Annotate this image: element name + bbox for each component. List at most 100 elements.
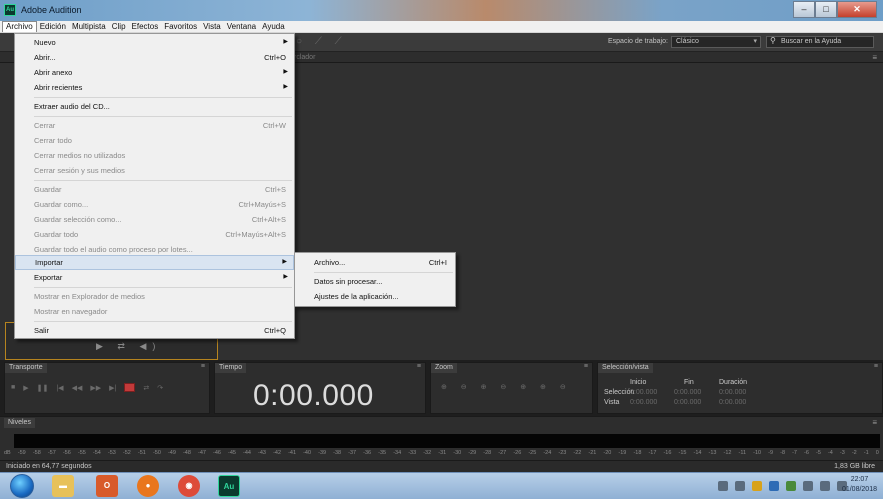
stop-icon[interactable]: ■ [11,384,15,391]
network-icon[interactable] [820,481,830,491]
office-icon[interactable]: O [96,475,118,497]
vista-inicio[interactable]: 0:00.000 [630,399,657,406]
selection-tab[interactable]: Selección/vista [598,363,653,373]
menu-clip[interactable]: Clip [109,21,129,32]
menu-item-datos-sin-procesar[interactable]: Datos sin procesar... [295,274,455,289]
menu-item-label: Guardar todo el audio como proceso por l… [34,245,193,254]
menu-favoritos[interactable]: Favoritos [161,21,200,32]
zoom-tab[interactable]: Zoom [431,363,457,373]
close-button[interactable]: ✕ [837,1,877,18]
start-button[interactable] [10,474,34,498]
menu-item-guardar-seleccion[interactable]: Guardar selección como... Ctrl+Alt+S [15,212,294,227]
tray-icon[interactable] [752,481,762,491]
panel-menu-icon[interactable]: ≡ [874,363,878,370]
panel-menu-icon[interactable]: ≡ [201,363,205,370]
header-duracion: Duración [719,379,748,386]
level-scale-tick: -7 [792,450,797,456]
menu-item-importar[interactable]: Importar ▶ [15,255,294,270]
menu-edicion[interactable]: Edición [37,21,69,32]
level-scale-tick: -51 [137,450,146,456]
files-panel-controls[interactable]: ▶ ⇄ ◀) [96,341,161,352]
level-scale-tick: -3 [839,450,845,456]
tray-icon[interactable] [803,481,813,491]
explorer-icon[interactable]: ▬ [52,475,74,497]
menu-item-abrir-recientes[interactable]: Abrir recientes ▶ [15,80,294,95]
panel-menu-icon[interactable]: ≡ [417,363,421,370]
menu-item-cerrar[interactable]: Cerrar Ctrl+W [15,118,294,133]
tray-icon[interactable] [769,481,779,491]
menu-item-mostrar-navegador[interactable]: Mostrar en navegador [15,304,294,319]
time-tab[interactable]: Tiempo [215,363,247,373]
menu-vista[interactable]: Vista [200,21,224,32]
menu-item-guardar-como[interactable]: Guardar como... Ctrl+Mayús+S [15,197,294,212]
menu-item-cerrar-todo[interactable]: Cerrar todo [15,133,294,148]
maximize-button[interactable]: □ [815,1,837,18]
go-start-icon[interactable]: |◀ [56,384,63,392]
tray-icon[interactable] [786,481,796,491]
menu-item-guardar[interactable]: Guardar Ctrl+S [15,182,294,197]
loop-icon[interactable]: ⇄ [143,384,149,392]
vista-duracion[interactable]: 0:00.000 [719,399,746,406]
menu-multipista[interactable]: Multipista [69,21,109,32]
firefox-icon[interactable]: ● [137,475,159,497]
menu-separator [34,321,292,322]
level-scale-tick: -4 [827,450,833,456]
menu-item-abrir-anexo[interactable]: Abrir anexo ▶ [15,65,294,80]
audition-taskbar-icon[interactable]: Au [218,475,240,497]
tray-icon[interactable] [735,481,745,491]
zoom-controls[interactable]: ⊕ ⊖ ⊕ ⊖ ⊕ ⊕ ⊖ [441,383,572,391]
menu-item-exportar[interactable]: Exportar ▶ [15,270,294,285]
menu-item-label: Cerrar medios no utilizados [34,151,126,160]
level-scale-tick: -33 [408,450,417,456]
seleccion-duracion[interactable]: 0:00.000 [719,389,746,396]
panel-menu-icon[interactable]: ≡ [872,418,877,427]
level-scale-tick: -40 [303,450,312,456]
rewind-icon[interactable]: ◀◀ [72,384,83,392]
workspace-select[interactable]: Clásico ▾ [671,36,761,48]
status-startup: Iniciado en 64,77 segundos [6,463,92,470]
menu-item-nuevo[interactable]: Nuevo ▶ [15,35,294,50]
levels-tab[interactable]: Niveles [4,418,35,428]
vista-fin[interactable]: 0:00.000 [674,399,701,406]
tray-icon[interactable] [718,481,728,491]
level-scale-tick: -53 [107,450,116,456]
menu-item-cerrar-medios[interactable]: Cerrar medios no utilizados [15,148,294,163]
menu-item-label: Cerrar sesión y sus medios [34,166,125,175]
fast-forward-icon[interactable]: ▶▶ [90,384,101,392]
menu-item-mostrar-explorador[interactable]: Mostrar en Explorador de medios [15,289,294,304]
app-window: Au Adobe Audition – □ ✕ Archivo Edición … [0,0,883,499]
play-icon[interactable]: ▶ [23,384,28,392]
menu-item-extraer-cd[interactable]: Extraer audio del CD... [15,99,294,114]
panel-menu-icon[interactable]: ≡ [872,53,877,62]
pause-icon[interactable]: ❚❚ [37,384,49,392]
tool-icons[interactable]: ○ ⟋ ⟋ [296,36,347,47]
seleccion-inicio[interactable]: 0:00.000 [630,389,657,396]
record-button[interactable] [124,383,136,392]
submenu-arrow-icon: ▶ [282,259,287,265]
menu-item-salir[interactable]: Salir Ctrl+Q [15,323,294,338]
menu-item-abrir[interactable]: Abrir... Ctrl+O [15,50,294,65]
menu-ayuda[interactable]: Ayuda [259,21,288,32]
minimize-button[interactable]: – [793,1,815,18]
panel-menu-icon[interactable]: ≡ [584,363,588,370]
clock[interactable]: 22:07 01/08/2018 [842,475,877,495]
go-end-icon[interactable]: ▶| [109,384,116,392]
seleccion-fin[interactable]: 0:00.000 [674,389,701,396]
menu-item-guardar-todo[interactable]: Guardar todo Ctrl+Mayús+Alt+S [15,227,294,242]
transport-tab[interactable]: Transporte [5,363,47,373]
editor-tab[interactable]: rclador [294,54,315,61]
menu-shortcut: Ctrl+Alt+S [251,215,286,224]
chrome-icon[interactable]: ◉ [178,475,200,497]
level-scale-tick: -30 [453,450,462,456]
help-search-input[interactable]: ⚲ Buscar en la Ayuda [766,36,874,48]
menu-item-importar-archivo[interactable]: Archivo... Ctrl+I [295,255,455,270]
menu-efectos[interactable]: Efectos [129,21,162,32]
menu-archivo[interactable]: Archivo [2,21,37,32]
menu-item-cerrar-sesion[interactable]: Cerrar sesión y sus medios [15,163,294,178]
menu-item-ajustes-aplicacion[interactable]: Ajustes de la aplicación... [295,289,455,304]
level-scale-tick: -18 [633,450,642,456]
menu-ventana[interactable]: Ventana [224,21,259,32]
skip-icon[interactable]: ↷ [157,384,163,392]
level-scale-tick: -48 [182,450,191,456]
menu-item-label: Cerrar todo [34,136,72,145]
